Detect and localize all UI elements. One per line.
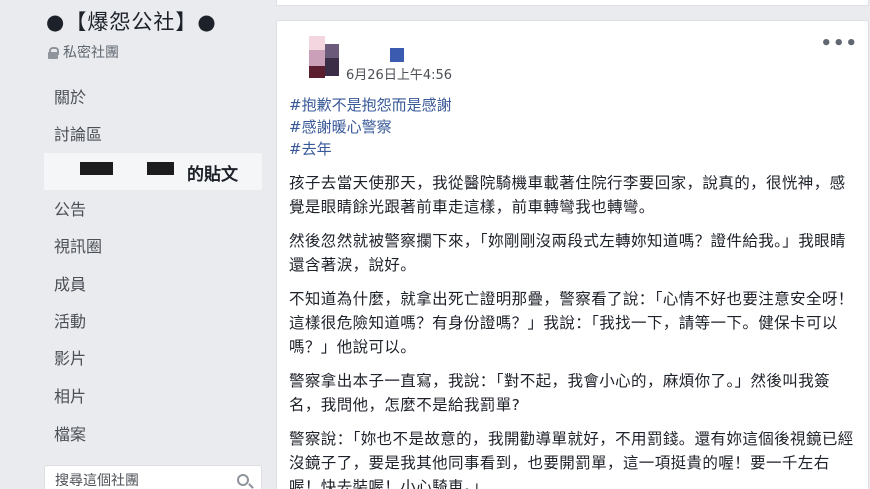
- post-paragraph: 警察說：「妳也不是故意的，我開勸導單就好，不用罰錢。還有妳這個後視鏡已經沒鏡子了…: [289, 430, 854, 489]
- sidebar-item-discussion[interactable]: 討論區: [54, 124, 102, 146]
- hashtag-link[interactable]: #抱歉不是抱怨而是感謝: [289, 94, 452, 116]
- avatar[interactable]: [301, 34, 341, 80]
- redacted-name: [80, 162, 113, 175]
- previous-post-card: [276, 0, 869, 6]
- group-search-input[interactable]: [55, 473, 225, 489]
- lock-icon: [48, 46, 59, 59]
- privacy-label: 私密社團: [48, 42, 119, 62]
- sidebar-item-events[interactable]: 活動: [54, 311, 86, 333]
- hashtag-link[interactable]: #感謝暖心警察: [289, 116, 452, 138]
- sidebar-item-label: 的貼文: [187, 165, 238, 185]
- post-paragraph: 然後忽然就被警察攔下來，「妳剛剛沒兩段式左轉妳知道嗎？證件給我。」我眼睛還含著淚…: [289, 232, 846, 274]
- post-card: 6月26日上午4:56 ••• #抱歉不是抱怨而是感謝 #感謝暖心警察 #去年 …: [276, 20, 869, 489]
- post-timestamp[interactable]: 6月26日上午4:56: [346, 64, 452, 83]
- post-body: 孩子去當天使那天，我從醫院騎機車載著住院行李要回家，說真的，很恍神，感覺是眼睛餘…: [289, 171, 859, 489]
- sidebar-item-announcements[interactable]: 公告: [54, 199, 86, 221]
- post-paragraph: 警察拿出本子一直寫，我說：「對不起，我會小心的，麻煩你了。」然後叫我簽名，我問他…: [289, 372, 831, 414]
- redacted-name: [147, 162, 174, 175]
- sidebar-item-about[interactable]: 關於: [54, 87, 86, 109]
- post-paragraph: 不知道為什麼，就拿出死亡證明那疊，警察看了說：「心情不好也要注意安全呀！這樣很危…: [289, 290, 854, 356]
- search-icon[interactable]: [237, 474, 249, 486]
- sidebar-item-my-posts[interactable]: 的貼文: [44, 153, 262, 190]
- hashtag-link[interactable]: #去年: [289, 138, 452, 160]
- sidebar-item-videos[interactable]: 影片: [54, 348, 86, 370]
- privacy-text: 私密社團: [63, 45, 119, 61]
- sidebar-item-video-chat[interactable]: 視訊圈: [54, 236, 102, 258]
- redacted-author-name[interactable]: [390, 48, 404, 62]
- sidebar-item-members[interactable]: 成員: [54, 274, 86, 296]
- sidebar-item-photos[interactable]: 相片: [54, 386, 86, 408]
- post-paragraph: 孩子去當天使那天，我從醫院騎機車載著住院行李要回家，說真的，很恍神，感覺是眼睛餘…: [289, 174, 846, 216]
- hashtag-list: #抱歉不是抱怨而是感謝 #感謝暖心警察 #去年: [289, 94, 452, 160]
- more-options-icon[interactable]: •••: [820, 33, 858, 54]
- group-search-box[interactable]: [44, 465, 262, 489]
- group-title[interactable]: ●【爆怨公社】●: [46, 6, 217, 36]
- group-sidebar: ●【爆怨公社】● 私密社團 關於 討論區 的貼文 公告 視訊圈 成員 活動 影片…: [0, 0, 275, 489]
- sidebar-item-files[interactable]: 檔案: [54, 424, 86, 446]
